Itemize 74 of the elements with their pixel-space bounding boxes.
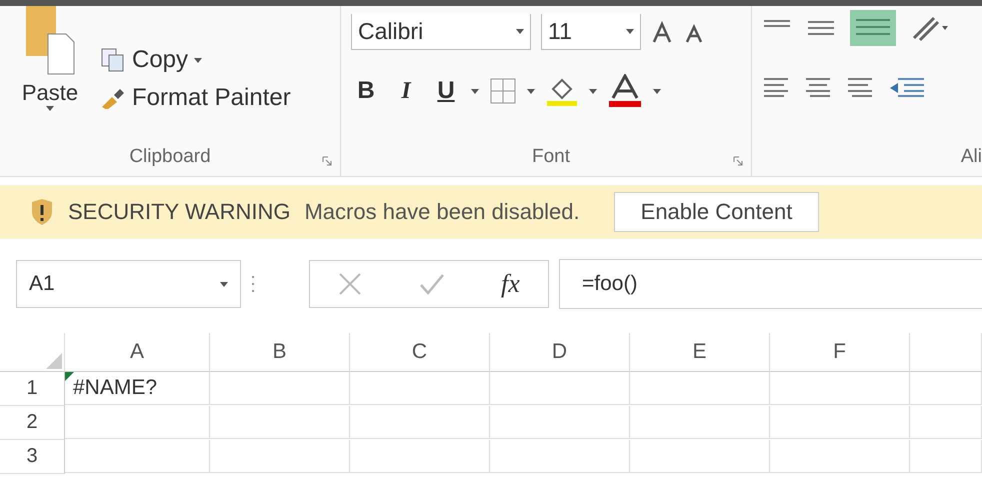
drag-handle-icon[interactable] (251, 274, 255, 294)
cell[interactable] (210, 406, 350, 439)
cell[interactable] (65, 440, 210, 473)
caret-icon (626, 29, 634, 34)
checkmark-icon[interactable] (418, 273, 445, 295)
font-color-icon[interactable] (607, 74, 643, 108)
caret-icon (653, 88, 661, 94)
cell[interactable] (350, 372, 490, 405)
align-center-icon[interactable] (804, 76, 832, 98)
align-bottom-icon[interactable] (850, 10, 896, 46)
cell[interactable] (910, 440, 982, 473)
column-header[interactable]: C (350, 333, 490, 372)
grow-font-icon[interactable] (651, 21, 673, 43)
cell[interactable] (910, 372, 982, 405)
column-header[interactable]: A (65, 333, 210, 372)
cell[interactable] (490, 406, 630, 439)
shield-warning-icon (30, 198, 54, 226)
row-header[interactable]: 1 (0, 372, 65, 406)
cell[interactable] (630, 406, 770, 439)
enable-content-button[interactable]: Enable Content (614, 192, 820, 232)
cell[interactable] (490, 440, 630, 473)
group-label: Font (532, 146, 570, 168)
dialog-launcher-icon[interactable] (322, 156, 332, 166)
caret-icon (527, 88, 535, 94)
formula-field[interactable]: =foo() (559, 259, 982, 309)
font-size-field[interactable]: 11 (541, 14, 641, 50)
cell[interactable] (65, 406, 210, 439)
column-header[interactable]: E (630, 333, 770, 372)
row-header[interactable]: 2 (0, 406, 65, 440)
cell[interactable] (630, 372, 770, 405)
group-label: Clipboard (129, 146, 211, 168)
caret-icon (46, 106, 54, 111)
insert-function-button[interactable]: fx (501, 269, 520, 299)
dialog-launcher-icon[interactable] (733, 156, 743, 166)
column-header[interactable]: F (770, 333, 910, 372)
cell[interactable] (210, 440, 350, 473)
cell[interactable] (350, 440, 490, 473)
font-style-button[interactable]: B (351, 77, 381, 105)
cell[interactable] (770, 372, 910, 405)
font-name-field[interactable]: Calibri (351, 14, 531, 50)
font-style-button[interactable]: U (431, 77, 461, 105)
format-painter-button[interactable]: Format Painter (100, 84, 291, 112)
group-label: Ali (960, 146, 982, 169)
select-all-icon[interactable] (44, 351, 64, 371)
caret-icon (194, 58, 202, 62)
cell[interactable] (770, 406, 910, 439)
align-left-icon[interactable] (762, 76, 790, 98)
cell[interactable] (350, 406, 490, 439)
column-header[interactable] (910, 333, 982, 372)
cell[interactable] (910, 406, 982, 439)
cancel-icon[interactable] (338, 272, 362, 296)
orientation-icon[interactable] (910, 14, 950, 42)
cell[interactable] (490, 372, 630, 405)
cell[interactable] (770, 440, 910, 473)
cell[interactable] (210, 372, 350, 405)
font-style-button[interactable]: I (391, 78, 421, 104)
caret-icon (589, 88, 597, 94)
align-right-icon[interactable] (846, 76, 874, 98)
paste-button[interactable]: Paste (0, 6, 100, 146)
borders-icon[interactable] (489, 77, 517, 105)
column-header[interactable]: B (210, 333, 350, 372)
name-box[interactable]: A1 (16, 260, 241, 308)
caret-icon (471, 88, 479, 94)
security-warning-message: Macros have been disabled. (304, 199, 580, 225)
security-warning-title: SECURITY WARNING (68, 199, 290, 225)
cell[interactable]: #NAME? (65, 372, 210, 405)
cell[interactable] (630, 440, 770, 473)
caret-icon (516, 29, 524, 34)
caret-icon (220, 282, 228, 286)
row-header[interactable]: 3 (0, 440, 65, 474)
copy-button[interactable]: Copy (100, 46, 291, 74)
column-header[interactable]: D (490, 333, 630, 372)
copy-icon (100, 47, 126, 73)
paintbrush-icon (100, 87, 126, 109)
